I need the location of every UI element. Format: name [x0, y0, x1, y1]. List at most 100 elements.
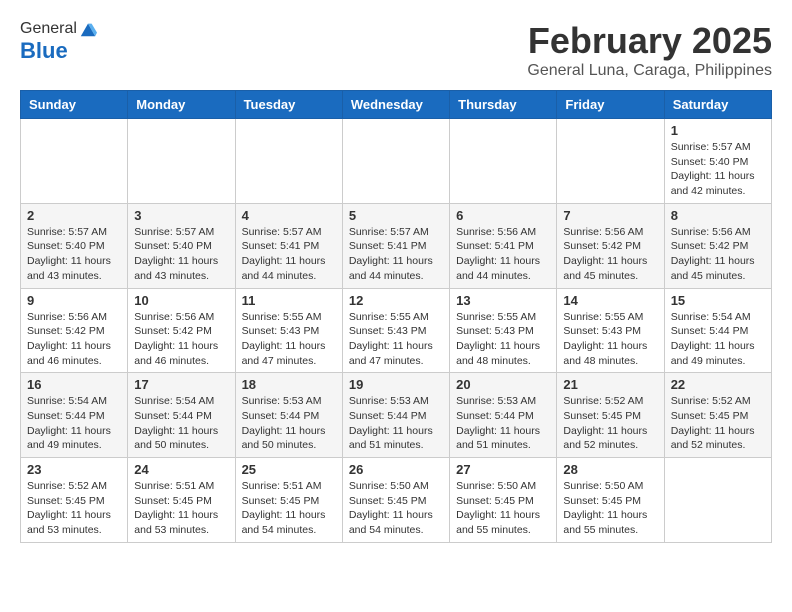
calendar-week-row: 9 Sunrise: 5:56 AM Sunset: 5:42 PM Daylig… [21, 288, 772, 373]
calendar-week-row: 16 Sunrise: 5:54 AM Sunset: 5:44 PM Dayli… [21, 373, 772, 458]
day-info: Sunrise: 5:53 AM Sunset: 5:44 PM Dayligh… [456, 394, 550, 453]
day-info: Sunrise: 5:57 AM Sunset: 5:40 PM Dayligh… [27, 225, 121, 284]
calendar-cell [21, 119, 128, 204]
calendar-cell: 9 Sunrise: 5:56 AM Sunset: 5:42 PM Daylig… [21, 288, 128, 373]
day-number: 1 [671, 123, 765, 138]
title-area: February 2025 General Luna, Caraga, Phil… [527, 20, 772, 80]
day-info: Sunrise: 5:55 AM Sunset: 5:43 PM Dayligh… [456, 310, 550, 369]
calendar-header-row: SundayMondayTuesdayWednesdayThursdayFrid… [21, 91, 772, 119]
day-number: 11 [242, 293, 336, 308]
calendar-cell: 10 Sunrise: 5:56 AM Sunset: 5:42 PM Dayli… [128, 288, 235, 373]
day-info: Sunrise: 5:57 AM Sunset: 5:40 PM Dayligh… [134, 225, 228, 284]
day-header-wednesday: Wednesday [342, 91, 449, 119]
calendar-cell [342, 119, 449, 204]
day-info: Sunrise: 5:54 AM Sunset: 5:44 PM Dayligh… [671, 310, 765, 369]
calendar-cell: 7 Sunrise: 5:56 AM Sunset: 5:42 PM Daylig… [557, 203, 664, 288]
calendar-cell: 6Sunrise: 5:56 AM Sunset: 5:41 PM Daylig… [450, 203, 557, 288]
day-info: Sunrise: 5:51 AM Sunset: 5:45 PM Dayligh… [242, 479, 336, 538]
calendar-cell: 4 Sunrise: 5:57 AM Sunset: 5:41 PM Daylig… [235, 203, 342, 288]
calendar-cell: 24Sunrise: 5:51 AM Sunset: 5:45 PM Dayli… [128, 458, 235, 543]
day-number: 21 [563, 377, 657, 392]
day-info: Sunrise: 5:54 AM Sunset: 5:44 PM Dayligh… [27, 394, 121, 453]
day-header-friday: Friday [557, 91, 664, 119]
day-info: Sunrise: 5:53 AM Sunset: 5:44 PM Dayligh… [242, 394, 336, 453]
day-info: Sunrise: 5:56 AM Sunset: 5:42 PM Dayligh… [27, 310, 121, 369]
day-number: 20 [456, 377, 550, 392]
day-header-thursday: Thursday [450, 91, 557, 119]
day-info: Sunrise: 5:50 AM Sunset: 5:45 PM Dayligh… [349, 479, 443, 538]
calendar-cell: 11Sunrise: 5:55 AM Sunset: 5:43 PM Dayli… [235, 288, 342, 373]
day-number: 14 [563, 293, 657, 308]
day-number: 5 [349, 208, 443, 223]
day-info: Sunrise: 5:56 AM Sunset: 5:42 PM Dayligh… [563, 225, 657, 284]
calendar-cell: 28 Sunrise: 5:50 AM Sunset: 5:45 PM Dayli… [557, 458, 664, 543]
day-info: Sunrise: 5:57 AM Sunset: 5:41 PM Dayligh… [349, 225, 443, 284]
day-number: 27 [456, 462, 550, 477]
page-header: General Blue February 2025 General Luna,… [20, 20, 772, 80]
calendar-cell: 3 Sunrise: 5:57 AM Sunset: 5:40 PM Daylig… [128, 203, 235, 288]
calendar-cell: 17 Sunrise: 5:54 AM Sunset: 5:44 PM Dayli… [128, 373, 235, 458]
day-number: 7 [563, 208, 657, 223]
calendar-cell: 20 Sunrise: 5:53 AM Sunset: 5:44 PM Dayli… [450, 373, 557, 458]
day-header-tuesday: Tuesday [235, 91, 342, 119]
calendar-cell: 27Sunrise: 5:50 AM Sunset: 5:45 PM Dayli… [450, 458, 557, 543]
day-number: 9 [27, 293, 121, 308]
calendar-cell: 19Sunrise: 5:53 AM Sunset: 5:44 PM Dayli… [342, 373, 449, 458]
calendar-cell: 2 Sunrise: 5:57 AM Sunset: 5:40 PM Daylig… [21, 203, 128, 288]
day-number: 26 [349, 462, 443, 477]
logo-blue-text: Blue [20, 38, 68, 64]
day-number: 24 [134, 462, 228, 477]
calendar-cell: 22 Sunrise: 5:52 AM Sunset: 5:45 PM Dayli… [664, 373, 771, 458]
day-number: 4 [242, 208, 336, 223]
day-number: 10 [134, 293, 228, 308]
day-number: 22 [671, 377, 765, 392]
calendar-cell: 14Sunrise: 5:55 AM Sunset: 5:43 PM Dayli… [557, 288, 664, 373]
calendar-cell [128, 119, 235, 204]
day-header-saturday: Saturday [664, 91, 771, 119]
day-number: 17 [134, 377, 228, 392]
logo-general-text: General [20, 20, 77, 38]
calendar-cell: 5 Sunrise: 5:57 AM Sunset: 5:41 PM Daylig… [342, 203, 449, 288]
calendar-table: SundayMondayTuesdayWednesdayThursdayFrid… [20, 90, 772, 543]
calendar-cell: 26 Sunrise: 5:50 AM Sunset: 5:45 PM Dayli… [342, 458, 449, 543]
calendar-cell: 13 Sunrise: 5:55 AM Sunset: 5:43 PM Dayli… [450, 288, 557, 373]
day-header-monday: Monday [128, 91, 235, 119]
day-number: 16 [27, 377, 121, 392]
day-number: 15 [671, 293, 765, 308]
calendar-week-row: 23 Sunrise: 5:52 AM Sunset: 5:45 PM Dayli… [21, 458, 772, 543]
day-info: Sunrise: 5:53 AM Sunset: 5:44 PM Dayligh… [349, 394, 443, 453]
day-number: 3 [134, 208, 228, 223]
day-number: 18 [242, 377, 336, 392]
day-number: 25 [242, 462, 336, 477]
day-info: Sunrise: 5:52 AM Sunset: 5:45 PM Dayligh… [671, 394, 765, 453]
day-number: 6 [456, 208, 550, 223]
calendar-cell: 12 Sunrise: 5:55 AM Sunset: 5:43 PM Dayli… [342, 288, 449, 373]
day-info: Sunrise: 5:52 AM Sunset: 5:45 PM Dayligh… [27, 479, 121, 538]
day-info: Sunrise: 5:57 AM Sunset: 5:41 PM Dayligh… [242, 225, 336, 284]
day-info: Sunrise: 5:56 AM Sunset: 5:42 PM Dayligh… [134, 310, 228, 369]
day-info: Sunrise: 5:57 AM Sunset: 5:40 PM Dayligh… [671, 140, 765, 199]
calendar-cell [235, 119, 342, 204]
day-header-sunday: Sunday [21, 91, 128, 119]
calendar-cell: 16 Sunrise: 5:54 AM Sunset: 5:44 PM Dayli… [21, 373, 128, 458]
logo-icon [79, 20, 97, 38]
calendar-cell: 21 Sunrise: 5:52 AM Sunset: 5:45 PM Dayli… [557, 373, 664, 458]
calendar-cell [557, 119, 664, 204]
day-number: 12 [349, 293, 443, 308]
day-number: 23 [27, 462, 121, 477]
day-info: Sunrise: 5:54 AM Sunset: 5:44 PM Dayligh… [134, 394, 228, 453]
day-info: Sunrise: 5:50 AM Sunset: 5:45 PM Dayligh… [563, 479, 657, 538]
day-info: Sunrise: 5:52 AM Sunset: 5:45 PM Dayligh… [563, 394, 657, 453]
day-number: 2 [27, 208, 121, 223]
logo: General Blue [20, 20, 97, 64]
calendar-cell: 8Sunrise: 5:56 AM Sunset: 5:42 PM Daylig… [664, 203, 771, 288]
calendar-cell: 1 Sunrise: 5:57 AM Sunset: 5:40 PM Daylig… [664, 119, 771, 204]
calendar-cell: 15 Sunrise: 5:54 AM Sunset: 5:44 PM Dayli… [664, 288, 771, 373]
day-info: Sunrise: 5:55 AM Sunset: 5:43 PM Dayligh… [349, 310, 443, 369]
location-title: General Luna, Caraga, Philippines [527, 62, 772, 80]
calendar-week-row: 1 Sunrise: 5:57 AM Sunset: 5:40 PM Daylig… [21, 119, 772, 204]
calendar-week-row: 2 Sunrise: 5:57 AM Sunset: 5:40 PM Daylig… [21, 203, 772, 288]
day-number: 28 [563, 462, 657, 477]
calendar-cell [450, 119, 557, 204]
day-number: 13 [456, 293, 550, 308]
